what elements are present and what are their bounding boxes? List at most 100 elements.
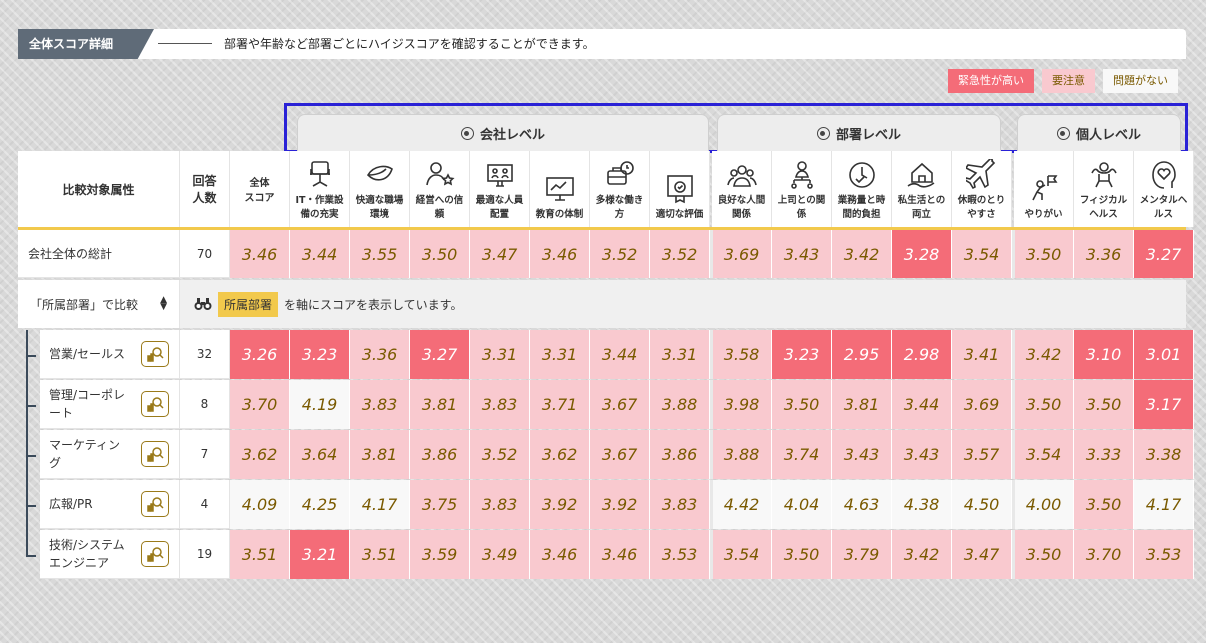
group-separator [1012,330,1015,379]
metric-score: 3.88 [650,380,710,429]
metric-score: 3.50 [1014,230,1074,278]
row-name-text: 技術/システム エンジニア [49,538,125,570]
metric-score: 3.83 [470,380,530,429]
department-row: 管理/コーポレ ート 8 3.70 4.19 3.83 3.81 3.83 3.71 3.67 3… [18,380,1194,429]
column-header-attribute: 比較対象属性 [18,151,180,227]
metric-score: 3.58 [712,330,772,379]
column-header-label: 良好な人間 関係 [717,195,766,220]
drilldown-button[interactable] [141,391,169,417]
tree-connector [26,330,28,555]
group-separator [1012,430,1015,479]
metric-score: 3.28 [892,230,952,278]
metric-score: 3.38 [1134,430,1194,479]
metric-score: 4.04 [772,480,832,529]
column-header-respondents: 回答 人数 [180,151,230,227]
row-name: 管理/コーポレ ート [40,380,180,429]
team-arrange-icon [486,164,513,187]
metric-score: 3.54 [712,530,772,579]
people-group-icon [726,165,757,187]
metric-score: 3.44 [892,380,952,429]
drilldown-button[interactable] [141,441,169,467]
chart-zoom-icon [147,447,164,462]
updown-arrow-icon: ▲ ▼ [160,295,167,312]
column-header-metric: やりがい [1014,151,1074,227]
metric-score: 3.50 [1014,530,1074,579]
group-separator [1012,530,1015,579]
tab-label: 部署レベル [835,128,901,143]
legend-ok: 問題がない [1103,69,1178,93]
column-header-metric: 適切な評価 [650,151,710,227]
tab-label: 個人レベル [1075,128,1141,143]
section-description: 部署や年齢など部署ごとにハイジスコアを確認することができます。 [224,37,595,51]
metric-score: 2.95 [832,330,892,379]
metric-score: 2.98 [892,330,952,379]
metric-score: 3.86 [410,430,470,479]
metric-score: 3.17 [1134,380,1194,429]
column-header-label: 快適な職場 環境 [355,195,404,220]
metric-score: 3.47 [470,230,530,278]
metric-score: 3.55 [350,230,410,278]
whiteboard-icon [545,177,574,201]
tab-company-level[interactable]: 会社レベル [297,114,709,152]
column-header-metric: フィジカル ヘルス [1074,151,1134,227]
house-hand-icon [907,162,934,188]
tree-branch [26,505,36,507]
tree-branch [26,555,36,557]
row-name-text: 広報/PR [49,497,93,511]
person-star-icon [425,162,455,186]
metric-score: 3.69 [952,380,1012,429]
row-name: 広報/PR [40,480,180,529]
column-header-metric: 最適な人員 配置 [470,151,530,227]
department-row: 広報/PR 4 4.09 4.25 4.17 3.75 3.83 3.92 3.92 3.83 4.… [18,480,1194,529]
metric-score: 3.41 [952,330,1012,379]
metric-score: 3.51 [350,530,410,579]
metric-score: 3.49 [470,530,530,579]
score-detail-panel: 全体スコア詳細 部署や年齢など部署ごとにハイジスコアを確認することができます。 … [18,29,1194,579]
metric-score: 4.19 [290,380,350,429]
tab-individual-level[interactable]: 個人レベル [1017,114,1181,152]
compare-attribute-select[interactable]: 「所属部署」で比較 ▲ ▼ [18,280,180,328]
level-tabs: 会社レベル 部署レベル 個人レベル [284,103,1188,153]
metric-score: 4.38 [892,480,952,529]
chart-zoom-icon [147,347,164,362]
column-header-metric: 私生活との 両立 [892,151,952,227]
metric-score: 3.69 [712,230,772,278]
metric-score: 3.67 [590,430,650,479]
drilldown-button[interactable] [141,541,169,567]
tab-department-level[interactable]: 部署レベル [717,114,1001,152]
color-legend: 緊急性が高い 要注意 問題がない [948,69,1178,93]
metric-score: 4.63 [832,480,892,529]
metric-score: 3.50 [1074,380,1134,429]
overall-score: 3.26 [230,330,290,379]
drilldown-button[interactable] [141,491,169,517]
metric-score: 3.46 [530,230,590,278]
column-header-metric: 休暇のとり やすさ [952,151,1012,227]
metric-score: 3.71 [530,380,590,429]
row-name-text: マーケティン グ [49,438,121,470]
metric-score: 3.27 [410,330,470,379]
chart-zoom-icon [147,547,164,562]
column-header-label: 適切な評価 [655,209,704,220]
tree-branch [26,405,36,407]
group-separator [710,230,713,278]
flag-person-icon [1031,175,1057,201]
column-header-label: やりがい [1024,209,1063,220]
metric-score: 3.44 [290,230,350,278]
metric-score: 3.42 [892,530,952,579]
radio-icon [816,127,830,140]
metric-score: 3.36 [350,330,410,379]
drilldown-button[interactable] [141,341,169,367]
metric-score: 3.62 [530,430,590,479]
metric-score: 3.01 [1134,330,1194,379]
respondent-count: 8 [180,380,230,429]
respondent-count: 19 [180,530,230,579]
legend-urgent: 緊急性が高い [948,69,1034,93]
metric-score: 3.98 [712,380,772,429]
metric-score: 3.33 [1074,430,1134,479]
leaf-icon [366,165,393,181]
metric-score: 3.31 [530,330,590,379]
airplane-icon [965,159,995,190]
strong-person-icon [1090,162,1117,188]
group-separator [710,380,713,429]
column-header-label: IT・作業設 備の充実 [295,195,344,220]
